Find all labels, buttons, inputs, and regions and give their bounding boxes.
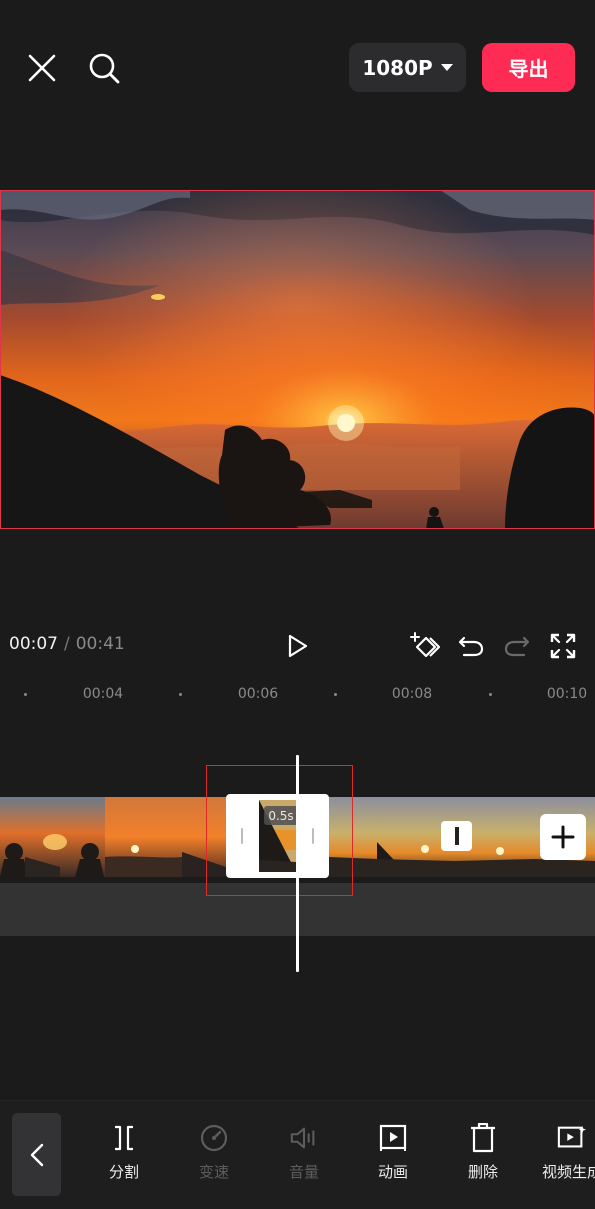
tool-delete[interactable]: 删除: [443, 1123, 523, 1193]
video-editor: 1080P 导出 00:07 / 00:41 00:04 00:06 00:08…: [0, 0, 595, 1209]
tool-animation[interactable]: 动画: [353, 1123, 433, 1193]
delete-icon: [468, 1123, 498, 1153]
tool-volume[interactable]: 音量: [264, 1123, 344, 1193]
play-icon: [288, 634, 308, 658]
undo-button[interactable]: [453, 628, 489, 664]
search-icon: [89, 53, 120, 84]
add-clip-button[interactable]: [540, 814, 586, 860]
search-button[interactable]: [84, 48, 124, 88]
ruler-dot: [334, 693, 337, 696]
resolution-label: 1080P: [362, 55, 433, 80]
export-label: 导出: [508, 57, 549, 81]
clip-duration-label: 0.5s: [268, 808, 294, 823]
trim-handle-right[interactable]: [312, 828, 314, 844]
animation-icon: [378, 1123, 408, 1153]
tool-speed[interactable]: 变速: [174, 1123, 254, 1193]
ruler-label: 00:08: [391, 686, 433, 702]
transition-icon: [454, 827, 459, 845]
ruler-label: 00:06: [237, 686, 279, 702]
redo-button[interactable]: [499, 628, 535, 664]
redo-icon: [504, 636, 530, 657]
time-separator: /: [64, 634, 70, 654]
plus-icon: [551, 825, 575, 849]
current-time: 00:07: [9, 634, 58, 654]
tool-video-generate[interactable]: 视频生成: [532, 1123, 595, 1193]
trim-handle-left[interactable]: [241, 828, 243, 844]
tool-video-generate-label: 视频生成: [541, 1163, 595, 1181]
ruler-dot: [489, 693, 492, 696]
ruler-label: 00:04: [82, 686, 124, 702]
caret-down-icon: [440, 63, 453, 71]
fullscreen-icon: [550, 633, 576, 659]
volume-icon: [289, 1123, 319, 1153]
video-preview[interactable]: [0, 190, 595, 529]
add-keyframe-button[interactable]: [407, 628, 443, 664]
time-display: 00:07 /00:41: [9, 634, 125, 654]
undo-icon: [458, 636, 484, 657]
close-icon: [28, 54, 56, 82]
close-button[interactable]: [22, 48, 62, 88]
export-button[interactable]: 导出: [482, 43, 575, 92]
keyframe-icon: [410, 632, 441, 658]
playhead[interactable]: [296, 755, 299, 972]
sunset-preview-image: [0, 190, 595, 529]
clip-duration-badge: 0.5s: [264, 806, 298, 825]
ruler-label: 00:10: [546, 686, 588, 702]
resolution-dropdown[interactable]: 1080P: [349, 43, 466, 92]
tool-speed-label: 变速: [198, 1163, 229, 1181]
chevron-left-icon: [30, 1143, 43, 1166]
ruler-dot: [179, 693, 182, 696]
tool-volume-label: 音量: [288, 1163, 319, 1181]
fullscreen-button[interactable]: [545, 628, 581, 664]
ruler-dot: [24, 693, 27, 696]
tool-delete-label: 删除: [467, 1163, 498, 1181]
total-time: 00:41: [75, 634, 125, 654]
tool-animation-label: 动画: [377, 1163, 408, 1181]
speed-icon: [199, 1123, 229, 1153]
video-generate-icon: [557, 1123, 587, 1153]
tool-split-label: 分割: [108, 1163, 139, 1181]
transition-button[interactable]: [441, 821, 472, 851]
bottom-toolbar: 分割 变速 音量 动画 删除 视频生成: [0, 1100, 595, 1209]
tool-split[interactable]: 分割: [84, 1123, 164, 1193]
back-button[interactable]: [12, 1113, 61, 1196]
split-icon: [109, 1123, 139, 1153]
play-button[interactable]: [279, 628, 315, 664]
